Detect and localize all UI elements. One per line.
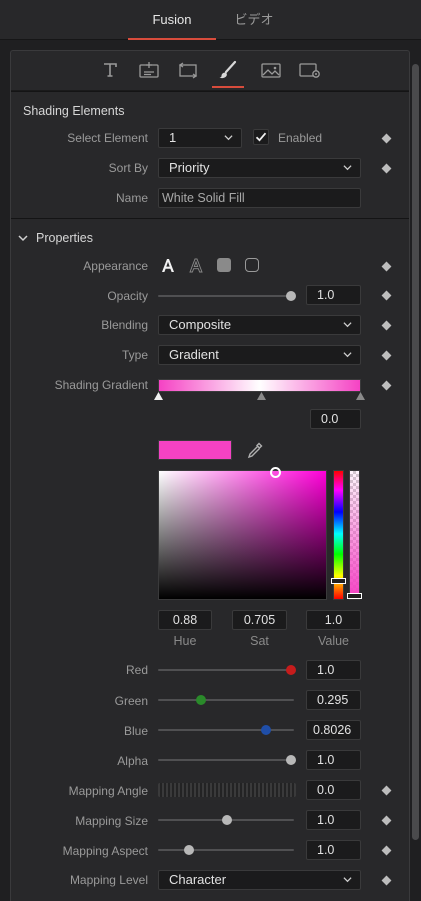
chevron-down-icon <box>224 135 233 141</box>
red-slider[interactable] <box>158 669 294 671</box>
sort-by-value: Priority <box>169 160 210 175</box>
opacity-label: Opacity <box>107 289 148 303</box>
chevron-down-icon[interactable] <box>18 233 28 243</box>
tab-video[interactable]: ビデオ <box>225 0 283 40</box>
blue-value-field[interactable]: 0.8026 <box>306 720 361 740</box>
blending-dropdown[interactable]: Composite <box>158 315 361 335</box>
chevron-down-icon <box>343 352 352 358</box>
alpha-slider[interactable] <box>349 470 360 600</box>
green-slider[interactable] <box>158 699 294 701</box>
appearance-label: Appearance <box>83 259 148 273</box>
val-value-field[interactable]: 1.0 <box>306 610 361 630</box>
mapping-level-value: Character <box>169 872 227 887</box>
red-value-field[interactable]: 1.0 <box>306 660 361 680</box>
select-element-label: Select Element <box>67 131 148 145</box>
text-icon[interactable] <box>96 57 124 83</box>
alpha-value-slider-handle[interactable] <box>286 755 296 765</box>
select-element-dropdown[interactable]: 1 <box>158 128 242 148</box>
opacity-slider[interactable] <box>158 295 294 297</box>
sort-by-label: Sort By <box>108 161 148 175</box>
mapping-aspect-label: Mapping Aspect <box>62 844 148 858</box>
red-slider-handle[interactable] <box>286 665 296 675</box>
chevron-down-icon <box>343 322 352 328</box>
appearance-text-outline-icon[interactable] <box>187 256 205 274</box>
type-label: Type <box>121 348 148 362</box>
mapping-aspect-slider-handle[interactable] <box>184 845 194 855</box>
alpha-slider-handle[interactable] <box>347 593 362 599</box>
divider <box>11 218 409 219</box>
appearance-text-fill-icon[interactable] <box>159 256 177 274</box>
mapping-angle-field[interactable]: 0.0 <box>306 780 361 800</box>
saturation-value-picker[interactable] <box>158 470 327 600</box>
mapping-level-dropdown[interactable]: Character <box>158 870 361 890</box>
settings-icon[interactable] <box>296 57 324 83</box>
value-caption: Value <box>317 634 350 648</box>
shading-gradient-bar[interactable] <box>158 379 361 392</box>
chevron-down-icon <box>343 165 352 171</box>
transform-icon[interactable] <box>174 57 202 83</box>
red-label: Red <box>125 663 148 677</box>
color-swatch[interactable] <box>158 440 232 460</box>
scrollbar[interactable] <box>412 64 419 840</box>
tab-fusion[interactable]: Fusion <box>128 0 216 40</box>
green-slider-handle[interactable] <box>196 695 206 705</box>
type-dropdown[interactable]: Gradient <box>158 345 361 365</box>
shading-brush-icon[interactable] <box>212 57 244 88</box>
select-element-value: 1 <box>169 130 177 145</box>
mapping-aspect-slider[interactable] <box>158 849 294 851</box>
blending-label: Blending <box>101 318 148 332</box>
enabled-checkbox[interactable] <box>253 129 269 145</box>
image-icon[interactable] <box>257 57 285 83</box>
type-value: Gradient <box>169 347 219 362</box>
opacity-value-field[interactable]: 1.0 <box>306 285 361 305</box>
appearance-solid-block-icon[interactable] <box>217 258 231 272</box>
hue-caption: Hue <box>173 634 197 648</box>
appearance-outline-block-icon[interactable] <box>245 258 259 272</box>
green-value-field[interactable]: 0.295 <box>306 690 361 710</box>
picker-cursor[interactable] <box>270 467 281 478</box>
alpha-label: Alpha <box>117 754 148 768</box>
blue-label: Blue <box>123 724 148 738</box>
hue-slider-handle[interactable] <box>331 578 346 584</box>
mapping-angle-thumbwheel[interactable] <box>158 783 296 797</box>
eyedropper-icon[interactable] <box>246 441 264 459</box>
inspector-toolbar <box>11 51 409 91</box>
opacity-slider-handle[interactable] <box>286 291 296 301</box>
hue-value-field[interactable]: 0.88 <box>158 610 212 630</box>
mapping-aspect-field[interactable]: 1.0 <box>306 840 361 860</box>
name-label: Name <box>115 191 148 205</box>
chevron-down-icon <box>343 877 352 883</box>
divider <box>11 91 409 92</box>
gradient-stop-start-icon[interactable] <box>154 392 163 400</box>
alpha-value-slider[interactable] <box>158 759 294 761</box>
alpha-value-field[interactable]: 1.0 <box>306 750 361 770</box>
mapping-angle-label: Mapping Angle <box>68 784 148 798</box>
top-tab-bar: Fusion ビデオ <box>0 0 421 40</box>
enabled-label: Enabled <box>278 131 323 145</box>
gradient-position-field[interactable]: 0.0 <box>310 409 361 429</box>
shading-gradient-label: Shading Gradient <box>54 378 148 392</box>
sort-by-dropdown[interactable]: Priority <box>158 158 361 178</box>
mapping-size-slider-handle[interactable] <box>222 815 232 825</box>
mapping-size-field[interactable]: 1.0 <box>306 810 361 830</box>
mapping-level-label: Mapping Level <box>69 873 148 887</box>
name-field[interactable]: White Solid Fill <box>158 188 361 208</box>
section-title-properties[interactable]: Properties <box>36 231 93 245</box>
blue-slider-handle[interactable] <box>261 725 271 735</box>
checkmark-icon <box>255 132 267 142</box>
layout-icon[interactable] <box>135 57 163 83</box>
section-title-shading-elements: Shading Elements <box>23 104 125 118</box>
mapping-size-label: Mapping Size <box>75 814 148 828</box>
gradient-stop-end-icon[interactable] <box>356 392 365 400</box>
sat-caption: Sat <box>250 634 269 648</box>
blending-value: Composite <box>169 317 232 332</box>
blue-slider[interactable] <box>158 729 294 731</box>
gradient-stop-mid-icon[interactable] <box>257 392 266 400</box>
sat-value-field[interactable]: 0.705 <box>232 610 287 630</box>
green-label: Green <box>114 694 148 708</box>
